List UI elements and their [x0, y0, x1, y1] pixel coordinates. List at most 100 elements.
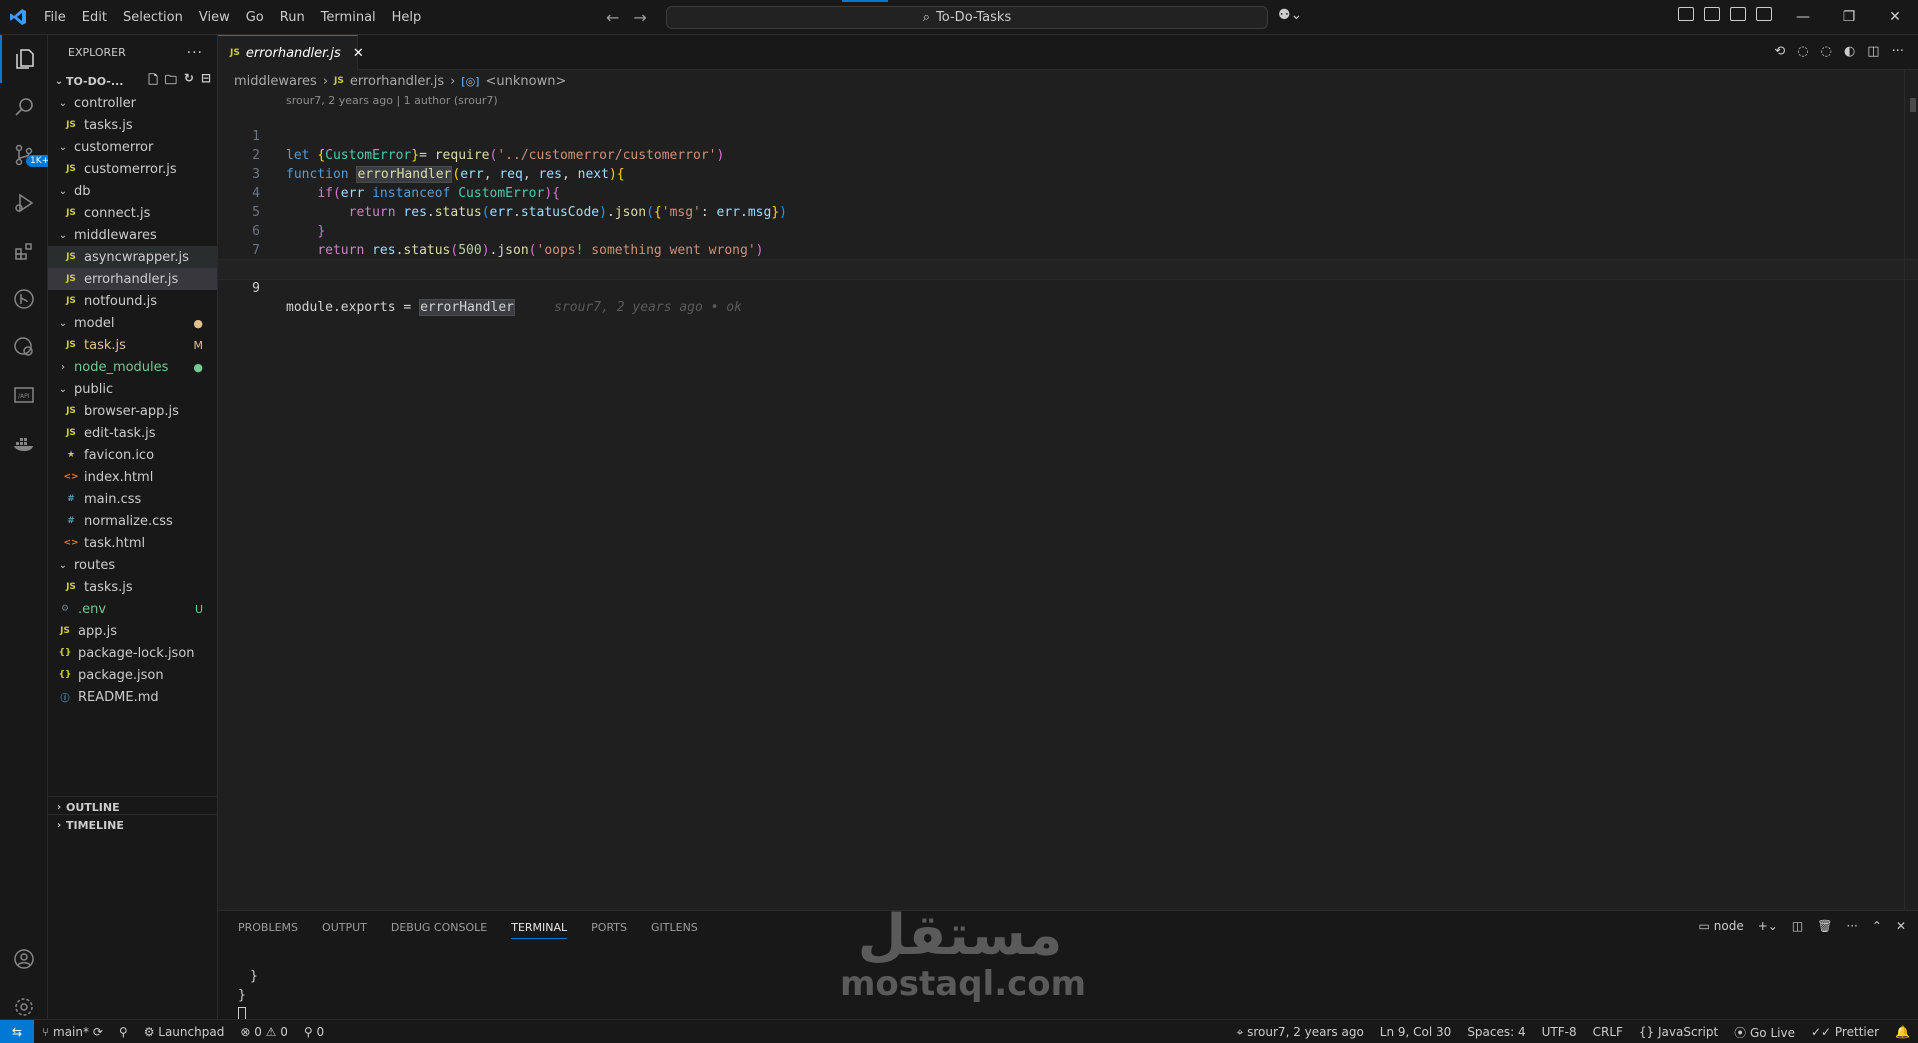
copilot-icon[interactable]: ⚉⌄: [1278, 7, 1302, 23]
maximize-panel-icon[interactable]: ⌃: [1872, 919, 1882, 933]
scrollbar-thumb[interactable]: [1910, 98, 1916, 112]
file-item[interactable]: # normalize.css: [48, 510, 217, 532]
terminal-output[interactable]: } }: [238, 967, 258, 1024]
search-icon[interactable]: [0, 83, 48, 131]
new-file-icon[interactable]: 🗋: [148, 71, 158, 92]
more-editor-actions-icon[interactable]: ···: [1892, 44, 1904, 59]
file-item[interactable]: <> task.html: [48, 532, 217, 554]
restore-icon[interactable]: ❐: [1826, 0, 1872, 35]
codelens-blame[interactable]: srour7, 2 years ago | 1 author (srour7): [286, 94, 498, 107]
go-live[interactable]: ⦿ Go Live: [1726, 1024, 1803, 1041]
notifications-bell-icon[interactable]: 🔔: [1887, 1025, 1918, 1039]
folder-item[interactable]: ⌄ public: [48, 378, 217, 400]
previous-change-icon[interactable]: ◌: [1797, 44, 1808, 59]
gitlens-inspect-icon[interactable]: ◐: [1844, 44, 1855, 59]
file-item[interactable]: ★ favicon.ico: [48, 444, 217, 466]
tab-problems[interactable]: PROBLEMS: [238, 921, 298, 939]
cursor-position[interactable]: Ln 9, Col 30: [1372, 1025, 1460, 1039]
folder-item[interactable]: ⌄ middlewares: [48, 224, 217, 246]
more-actions-icon[interactable]: ···: [1846, 919, 1857, 933]
editor-scrollbar[interactable]: [1904, 70, 1918, 910]
collapse-all-icon[interactable]: ⊟: [201, 71, 211, 92]
more-actions-icon[interactable]: ···: [187, 45, 203, 61]
api-icon[interactable]: /API: [0, 371, 48, 419]
refresh-icon[interactable]: ↻: [184, 71, 194, 92]
tab-terminal[interactable]: TERMINAL: [511, 921, 568, 939]
menu-terminal[interactable]: Terminal: [313, 0, 384, 35]
folder-item[interactable]: ⌄ model ●: [48, 312, 217, 334]
blame-status[interactable]: ⌖ srour7, 2 years ago: [1229, 1025, 1372, 1040]
file-item[interactable]: {} package.json: [48, 664, 217, 686]
file-item[interactable]: # main.css: [48, 488, 217, 510]
breadcrumb-folder[interactable]: middlewares: [234, 74, 317, 89]
remote-explorer-icon[interactable]: [0, 323, 48, 371]
gitlens-graph-icon[interactable]: ⚲: [111, 1025, 136, 1039]
file-item[interactable]: JS task.js M: [48, 334, 217, 356]
tab-gitlens[interactable]: GITLENS: [651, 921, 698, 939]
folder-item[interactable]: ⌄ db: [48, 180, 217, 202]
menu-go[interactable]: Go: [238, 0, 272, 35]
breadcrumb-file[interactable]: errorhandler.js: [350, 74, 444, 89]
breadcrumb-symbol[interactable]: <unknown>: [485, 74, 566, 89]
file-item[interactable]: JS customerror.js: [48, 158, 217, 180]
folder-item[interactable]: ⌄ customerror: [48, 136, 217, 158]
file-item[interactable]: JS asyncwrapper.js: [48, 246, 217, 268]
code-editor[interactable]: middlewares › JS errorhandler.js › [◎] <…: [217, 70, 1918, 910]
menu-selection[interactable]: Selection: [115, 0, 191, 35]
open-changes-icon[interactable]: ⟲: [1774, 44, 1785, 59]
end-of-line[interactable]: CRLF: [1585, 1025, 1631, 1039]
minimize-icon[interactable]: —: [1780, 0, 1826, 35]
folder-item[interactable]: ⌄ routes: [48, 554, 217, 576]
terminal-name[interactable]: node: [1714, 919, 1744, 933]
file-item[interactable]: {} package-lock.json: [48, 642, 217, 664]
file-item[interactable]: JS tasks.js: [48, 576, 217, 598]
file-item[interactable]: JS errorhandler.js: [48, 268, 217, 290]
docker-icon[interactable]: [0, 419, 48, 467]
indentation[interactable]: Spaces: 4: [1459, 1025, 1533, 1039]
menu-run[interactable]: Run: [272, 0, 313, 35]
tab-debug-console[interactable]: DEBUG CONSOLE: [391, 921, 487, 939]
forward-arrow-icon[interactable]: →: [633, 8, 646, 27]
language-mode[interactable]: {} JavaScript: [1631, 1025, 1726, 1039]
prettier[interactable]: ✓✓ Prettier: [1803, 1025, 1887, 1039]
next-change-icon[interactable]: ◌: [1821, 44, 1832, 59]
launchpad-item[interactable]: ⚙ Launchpad: [136, 1025, 233, 1039]
file-item[interactable]: ⓘ README.md: [48, 686, 217, 708]
tab-ports[interactable]: PORTS: [591, 921, 627, 939]
timeline-section[interactable]: › TIMELINE: [48, 814, 218, 836]
file-item[interactable]: JS connect.js: [48, 202, 217, 224]
tab-output[interactable]: OUTPUT: [322, 921, 367, 939]
tab-errorhandler[interactable]: JS errorhandler.js ✕: [218, 35, 364, 70]
split-editor-icon[interactable]: ◫: [1867, 44, 1879, 59]
ports-indicator[interactable]: ⚲ 0: [296, 1025, 332, 1039]
new-folder-icon[interactable]: 🗀: [165, 71, 177, 92]
file-item[interactable]: ⚙ .env U: [48, 598, 217, 620]
customize-layout-icon[interactable]: [1678, 7, 1694, 21]
menu-edit[interactable]: Edit: [74, 0, 115, 35]
explorer-icon[interactable]: [0, 35, 48, 83]
file-item[interactable]: JS tasks.js: [48, 114, 217, 136]
folder-item[interactable]: ⌄ controller: [48, 92, 217, 114]
file-item[interactable]: JS edit-task.js: [48, 422, 217, 444]
problems-indicator[interactable]: ⊗ 0 ⚠ 0: [232, 1025, 296, 1039]
toggle-primary-sidebar-icon[interactable]: [1704, 7, 1720, 21]
command-center-search[interactable]: ⌕ To-Do-Tasks: [666, 6, 1268, 29]
file-item[interactable]: JS notfound.js: [48, 290, 217, 312]
kill-terminal-icon[interactable]: 🗑: [1817, 919, 1832, 933]
remote-indicator-icon[interactable]: ⇆: [0, 1019, 34, 1043]
file-item[interactable]: JS browser-app.js: [48, 400, 217, 422]
folder-item[interactable]: › node_modules ●: [48, 356, 217, 378]
menu-view[interactable]: View: [191, 0, 238, 35]
extensions-icon[interactable]: [0, 227, 48, 275]
close-panel-icon[interactable]: ✕: [1896, 919, 1906, 933]
run-debug-icon[interactable]: [0, 179, 48, 227]
close-window-icon[interactable]: ✕: [1872, 0, 1918, 35]
menu-file[interactable]: File: [36, 0, 74, 35]
file-item[interactable]: <> index.html: [48, 466, 217, 488]
menu-help[interactable]: Help: [384, 0, 430, 35]
back-arrow-icon[interactable]: ←: [606, 8, 619, 27]
toggle-secondary-sidebar-icon[interactable]: [1756, 7, 1772, 21]
branch-indicator[interactable]: ⑂ main* ⟳: [34, 1025, 111, 1039]
file-item[interactable]: JS app.js: [48, 620, 217, 642]
gitlens-icon[interactable]: [0, 275, 48, 323]
